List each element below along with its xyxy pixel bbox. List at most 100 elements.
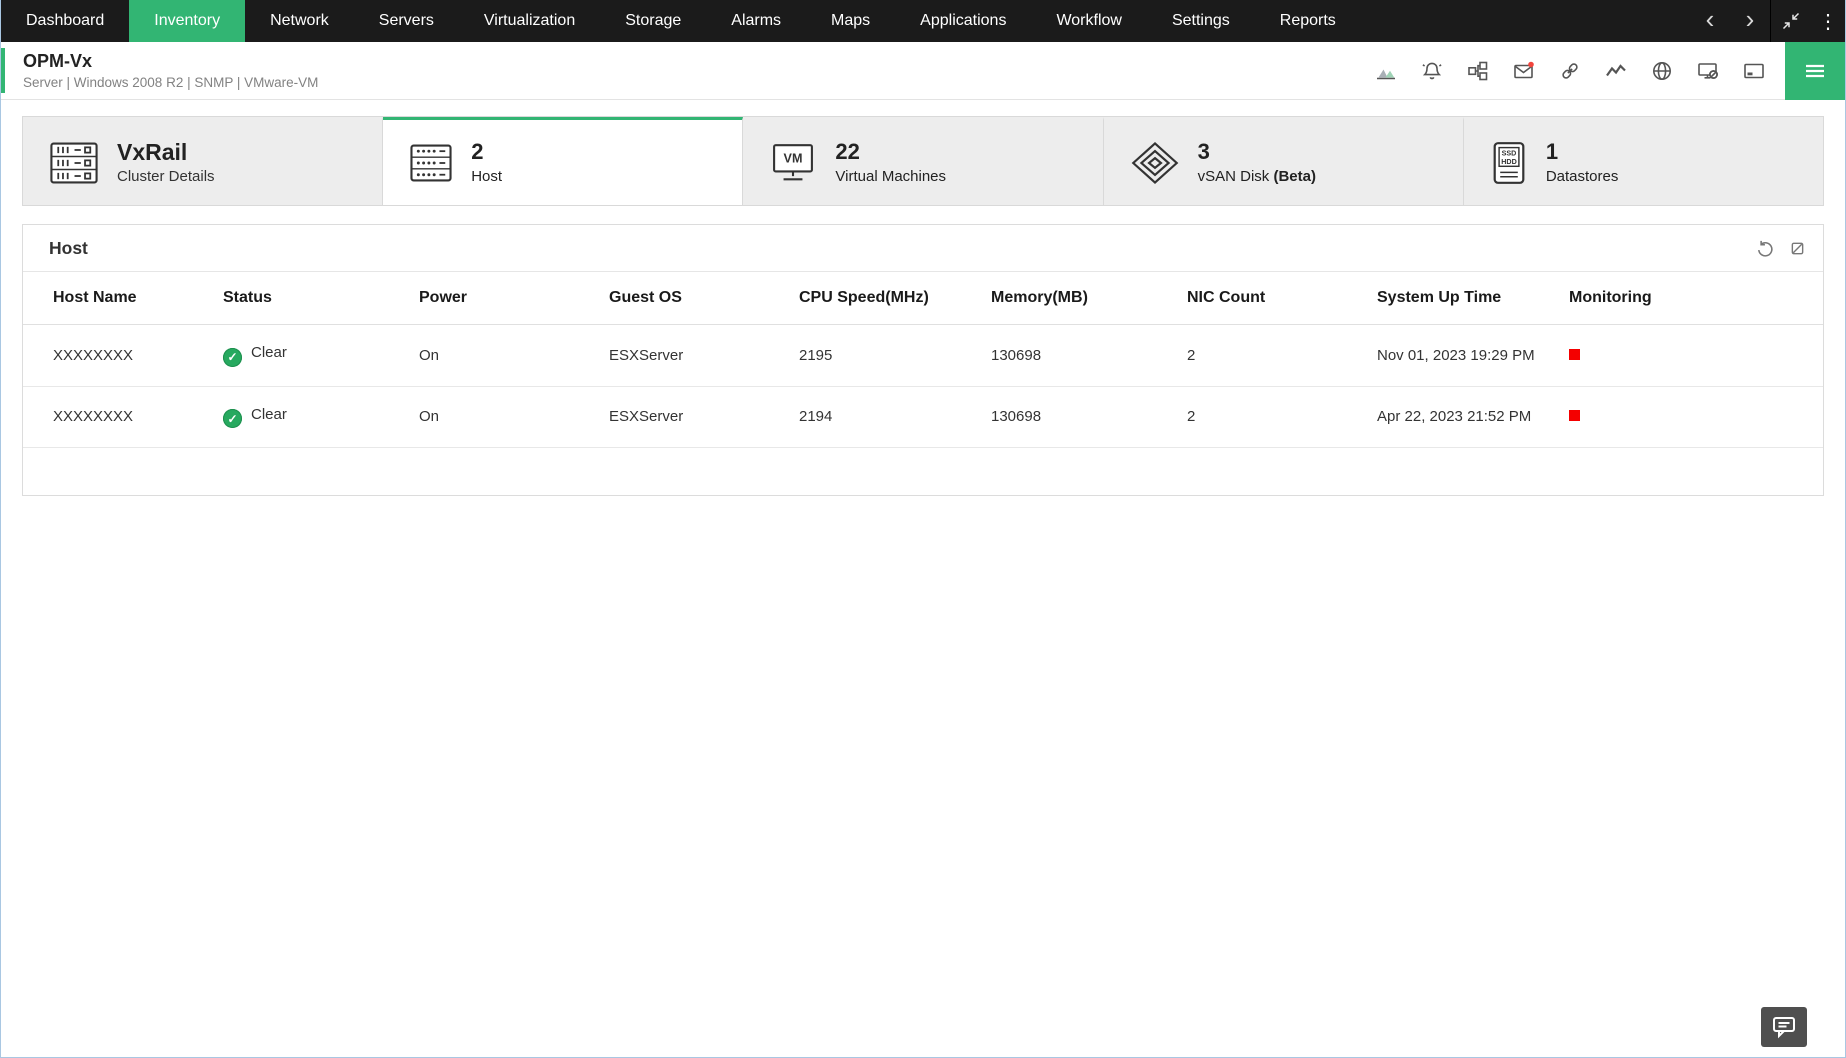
tab-text: 3 vSAN Disk (Beta) [1198, 140, 1316, 185]
terminal-icon[interactable] [1741, 58, 1767, 84]
tab-virtual-machines[interactable]: VM 22 Virtual Machines [743, 117, 1103, 205]
col-system-up-time: System Up Time [1367, 272, 1559, 325]
datastores-count: 1 [1546, 140, 1619, 164]
nav-item-applications[interactable]: Applications [895, 0, 1031, 42]
host-label: Host [471, 168, 502, 185]
host-table-row[interactable]: XXXXXXXX✓ClearOnESXServer21941306982Apr … [23, 386, 1823, 448]
vsan-label: vSAN Disk (Beta) [1198, 168, 1316, 185]
nav-item-maps[interactable]: Maps [806, 0, 895, 42]
col-status: Status [213, 272, 409, 325]
host-panel: Host Host Name Status Power [22, 224, 1824, 496]
host-table-body: XXXXXXXX✓ClearOnESXServer21951306982Nov … [23, 325, 1823, 448]
power-cell: On [409, 386, 599, 448]
tab-vsan-disk[interactable]: 3 vSAN Disk (Beta) [1104, 117, 1464, 205]
nav-items: DashboardInventoryNetworkServersVirtuali… [1, 0, 1361, 42]
globe-icon[interactable] [1649, 58, 1675, 84]
kebab-menu-icon[interactable]: ⋮ [1811, 0, 1845, 42]
vm-count: 22 [835, 140, 946, 164]
nav-item-alarms[interactable]: Alarms [706, 0, 806, 42]
col-power: Power [409, 272, 599, 325]
nav-item-inventory[interactable]: Inventory [129, 0, 245, 42]
status-cell: ✓ Clear [213, 325, 409, 387]
line-graph-icon[interactable] [1603, 58, 1629, 84]
nav-item-dashboard[interactable]: Dashboard [1, 0, 129, 42]
feedback-button[interactable] [1761, 1007, 1807, 1047]
memory-cell: 130698 [981, 325, 1177, 387]
nav-item-network[interactable]: Network [245, 0, 354, 42]
refresh-icon[interactable] [1755, 239, 1774, 258]
tab-text: 2 Host [471, 140, 502, 185]
vm-label: Virtual Machines [835, 168, 946, 185]
accent-bar [1, 48, 5, 93]
cpu-speed-cell: 2195 [789, 325, 981, 387]
nav-item-workflow[interactable]: Workflow [1031, 0, 1147, 42]
cluster-title: VxRail [117, 140, 215, 165]
status-text: Clear [251, 406, 287, 423]
tab-datastores[interactable]: SSD HDD 1 Datastores [1464, 117, 1823, 205]
nav-item-settings[interactable]: Settings [1147, 0, 1255, 42]
col-cpu-speed: CPU Speed(MHz) [789, 272, 981, 325]
nav-item-servers[interactable]: Servers [354, 0, 459, 42]
tab-cluster-details[interactable]: VxRail Cluster Details [23, 117, 383, 205]
summary-tabs: VxRail Cluster Details [22, 116, 1824, 206]
status-clear-icon: ✓ [223, 348, 242, 367]
monitoring-indicator [1569, 349, 1580, 360]
power-cell: On [409, 325, 599, 387]
device-title-block: OPM-Vx Server | Windows 2008 R2 | SNMP |… [23, 51, 318, 90]
device-header: OPM-Vx Server | Windows 2008 R2 | SNMP |… [1, 42, 1845, 100]
status-text: Clear [251, 344, 287, 361]
vsan-diamond-icon [1130, 140, 1180, 186]
vm-monitor-icon: VM [769, 142, 817, 184]
tab-text: VxRail Cluster Details [117, 140, 215, 185]
chevron-left-icon[interactable]: ‹ [1690, 0, 1730, 42]
performance-chart-icon[interactable] [1373, 58, 1399, 84]
host-name-cell: XXXXXXXX [23, 325, 213, 387]
col-monitoring: Monitoring [1559, 272, 1823, 325]
guest-os-cell: ESXServer [599, 386, 789, 448]
cluster-rack-icon [49, 142, 99, 184]
col-host-name: Host Name [23, 272, 213, 325]
tab-text: 22 Virtual Machines [835, 140, 946, 185]
panel-title: Host [49, 238, 88, 259]
monitoring-indicator [1569, 410, 1580, 421]
nav-item-storage[interactable]: Storage [600, 0, 706, 42]
collapse-icon[interactable] [1771, 0, 1811, 42]
tab-host[interactable]: 2 Host [383, 117, 743, 205]
chevron-right-icon[interactable]: › [1730, 0, 1770, 42]
cluster-subtitle: Cluster Details [117, 168, 215, 185]
alarm-bell-icon[interactable] [1419, 58, 1445, 84]
mail-icon[interactable] [1511, 58, 1537, 84]
datastore-ssd-icon: SSD HDD [1490, 141, 1528, 185]
col-guest-os: Guest OS [599, 272, 789, 325]
nic-count-cell: 2 [1177, 325, 1367, 387]
nav-item-reports[interactable]: Reports [1255, 0, 1361, 42]
svg-text:SSD: SSD [1501, 149, 1516, 157]
svg-text:HDD: HDD [1501, 158, 1516, 166]
vsan-beta-tag: (Beta) [1273, 168, 1316, 185]
menu-button[interactable] [1785, 42, 1845, 100]
app-window: DashboardInventoryNetworkServersVirtuali… [0, 0, 1846, 1058]
topology-icon[interactable] [1465, 58, 1491, 84]
monitoring-cell [1559, 325, 1823, 387]
monitoring-cell [1559, 386, 1823, 448]
cpu-speed-cell: 2194 [789, 386, 981, 448]
nav-right: ‹ › ⋮ [1690, 0, 1845, 42]
host-table-header-row: Host Name Status Power Guest OS CPU Spee… [23, 272, 1823, 325]
col-memory: Memory(MB) [981, 272, 1177, 325]
nav-item-virtualization[interactable]: Virtualization [459, 0, 600, 42]
host-rack-icon [409, 144, 453, 182]
vsan-label-text: vSAN Disk [1198, 168, 1270, 185]
panel-toggle-icon[interactable] [1790, 241, 1805, 256]
memory-cell: 130698 [981, 386, 1177, 448]
host-count: 2 [471, 140, 502, 164]
device-disabled-icon[interactable] [1695, 58, 1721, 84]
col-nic-count: NIC Count [1177, 272, 1367, 325]
tab-text: 1 Datastores [1546, 140, 1619, 185]
link-icon[interactable] [1557, 58, 1583, 84]
uptime-cell: Apr 22, 2023 21:52 PM [1367, 386, 1559, 448]
datastores-label: Datastores [1546, 168, 1619, 185]
host-table-row[interactable]: XXXXXXXX✓ClearOnESXServer21951306982Nov … [23, 325, 1823, 387]
device-title: OPM-Vx [23, 51, 318, 72]
host-name-cell: XXXXXXXX [23, 386, 213, 448]
vsan-count: 3 [1198, 140, 1316, 164]
